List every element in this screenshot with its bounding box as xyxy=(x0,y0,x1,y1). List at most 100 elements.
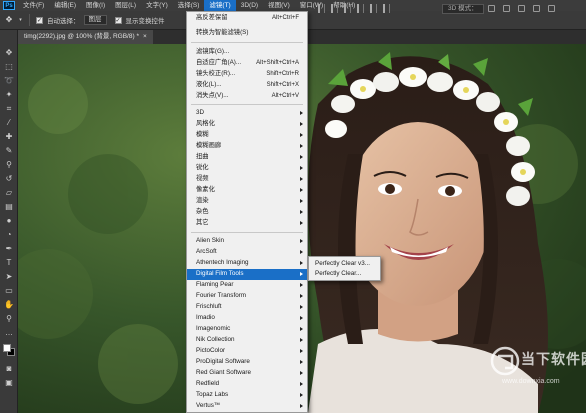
menu-item-label: Imagenomic xyxy=(196,325,231,332)
menu-item-blur[interactable]: 模糊 xyxy=(187,130,307,141)
align-icon[interactable] xyxy=(357,4,364,13)
zoom-tool-icon[interactable]: ⚲ xyxy=(4,314,14,324)
menu-item-topaz-labs[interactable]: Topaz Labs xyxy=(187,390,307,401)
menu-item-red-giant-software[interactable]: Red Giant Software xyxy=(187,368,307,379)
menu-item-perfectly-clear-v3[interactable]: Perfectly Clear v3... xyxy=(309,259,380,269)
history-brush-tool-icon[interactable]: ↺ xyxy=(4,174,14,184)
menu-item-arcsoft[interactable]: ArcSoft xyxy=(187,247,307,258)
menu-item-vertus[interactable]: Vertus™ xyxy=(187,401,307,412)
menu-item-athentech-imaging[interactable]: Athentech Imaging xyxy=(187,258,307,269)
menu-edit[interactable]: 编辑(E) xyxy=(49,0,81,11)
menu-image[interactable]: 图像(I) xyxy=(81,0,110,11)
menu-item-digital-film-tools[interactable]: Digital Film Tools xyxy=(187,269,307,280)
menu-item-blur-gallery[interactable]: 模糊画廊 xyxy=(187,141,307,152)
menu-item-flaming-pear[interactable]: Flaming Pear xyxy=(187,280,307,291)
clone-stamp-tool-icon[interactable]: ⚲ xyxy=(4,160,14,170)
more-tools-icon[interactable]: … xyxy=(4,328,14,338)
menu-item-3d[interactable]: 3D xyxy=(187,108,307,119)
menu-item-alien-skin[interactable]: Alien Skin xyxy=(187,236,307,247)
3d-pan-icon[interactable] xyxy=(518,5,525,12)
magic-wand-tool-icon[interactable]: ✦ xyxy=(4,90,14,100)
menu-item-label: Topaz Labs xyxy=(196,391,229,398)
menu-3d[interactable]: 3D(D) xyxy=(236,0,263,11)
gradient-tool-icon[interactable]: ▤ xyxy=(4,202,14,212)
eyedropper-tool-icon[interactable]: ⁄ xyxy=(4,118,14,128)
show-transform-checkbox[interactable]: ✓ xyxy=(114,16,122,24)
menu-select[interactable]: 选择(S) xyxy=(173,0,205,11)
menu-item-pixelate[interactable]: 像素化 xyxy=(187,185,307,196)
menu-item-filter-gallery[interactable]: 滤镜库(G)... xyxy=(187,47,307,58)
tools-panel: ✥ ⬚ ➰ ✦ ⌗ ⁄ ✚ ✎ ⚲ ↺ ▱ ▤ ● ◔ ✒ T ➤ ▭ ✋ ⚲ … xyxy=(0,30,18,413)
menu-view[interactable]: 视图(V) xyxy=(263,0,295,11)
menu-item-redfield[interactable]: Redfield xyxy=(187,379,307,390)
menu-item-other[interactable]: 其它 xyxy=(187,218,307,229)
foreground-color-swatch[interactable] xyxy=(3,344,11,352)
crop-tool-icon[interactable]: ⌗ xyxy=(4,104,14,114)
menu-item-last-filter[interactable]: 高反差保留 Alt+Ctrl+F xyxy=(187,13,307,24)
menu-item-video[interactable]: 视频 xyxy=(187,174,307,185)
3d-roll-icon[interactable] xyxy=(503,5,510,12)
menu-item-shortcut: Shift+Ctrl+R xyxy=(266,71,299,77)
dodge-tool-icon[interactable]: ◔ xyxy=(4,230,14,240)
menu-layer[interactable]: 图层(L) xyxy=(110,0,141,11)
menu-type[interactable]: 文字(Y) xyxy=(141,0,173,11)
lasso-tool-icon[interactable]: ➰ xyxy=(4,76,14,86)
blur-tool-icon[interactable]: ● xyxy=(4,216,14,226)
pen-tool-icon[interactable]: ✒ xyxy=(4,244,14,254)
move-tool-icon[interactable]: ✥ xyxy=(4,48,14,58)
menu-item-adaptive-wide-angle[interactable]: 自适应广角(A)... Alt+Shift+Ctrl+A xyxy=(187,58,307,69)
menu-item-label: 液化(L)... xyxy=(196,81,222,88)
menu-item-noise[interactable]: 杂色 xyxy=(187,207,307,218)
eraser-tool-icon[interactable]: ▱ xyxy=(4,188,14,198)
align-icon[interactable] xyxy=(344,4,351,13)
3d-scale-icon[interactable] xyxy=(548,5,555,12)
align-icon[interactable] xyxy=(383,4,390,13)
auto-select-checkbox[interactable]: ✓ xyxy=(36,16,43,24)
submenu-arrow-icon xyxy=(300,199,303,203)
menu-item-label: Red Giant Software xyxy=(196,369,251,376)
menu-item-prodigital-software[interactable]: ProDigital Software xyxy=(187,357,307,368)
submenu-arrow-icon xyxy=(300,349,303,353)
menu-item-vanishing-point[interactable]: 消失点(V)... Alt+Ctrl+V xyxy=(187,91,307,102)
align-icon[interactable] xyxy=(331,4,338,13)
menu-file[interactable]: 文件(F) xyxy=(18,0,49,11)
menu-filter[interactable]: 滤镜(T) xyxy=(204,0,236,11)
menu-item-render[interactable]: 渲染 xyxy=(187,196,307,207)
document-tab[interactable]: timg(2292).jpg @ 100% (背景, RGB/8) * × xyxy=(18,30,153,44)
menu-item-lens-correction[interactable]: 镜头校正(R)... Shift+Ctrl+R xyxy=(187,69,307,80)
healing-brush-tool-icon[interactable]: ✚ xyxy=(4,132,14,142)
menu-item-label: Alien Skin xyxy=(196,237,225,244)
close-icon[interactable]: × xyxy=(143,30,147,44)
menu-item-convert-smart-filters[interactable]: 转换为智能滤镜(S) xyxy=(187,28,307,39)
marquee-tool-icon[interactable]: ⬚ xyxy=(4,62,14,72)
auto-select-dropdown[interactable]: 图层 xyxy=(83,15,107,25)
align-icon[interactable] xyxy=(318,4,325,13)
menu-item-label: 镜头校正(R)... xyxy=(196,70,236,77)
menu-item-sharpen[interactable]: 锐化 xyxy=(187,163,307,174)
rectangle-tool-icon[interactable]: ▭ xyxy=(4,286,14,296)
menu-item-perfectly-clear[interactable]: Perfectly Clear... xyxy=(309,269,380,279)
menu-item-pictocolor[interactable]: PictoColor xyxy=(187,346,307,357)
watermark-url: www.downxia.com xyxy=(502,378,560,385)
menu-item-frischluft[interactable]: Frischluft xyxy=(187,302,307,313)
move-tool-icon[interactable]: ✥ xyxy=(4,15,14,25)
menu-item-stylize[interactable]: 风格化 xyxy=(187,119,307,130)
hand-tool-icon[interactable]: ✋ xyxy=(4,300,14,310)
chevron-down-icon[interactable]: ▾ xyxy=(18,15,23,25)
menu-item-nik-collection[interactable]: Nik Collection xyxy=(187,335,307,346)
path-selection-tool-icon[interactable]: ➤ xyxy=(4,272,14,282)
menu-item-label: 消失点(V)... xyxy=(196,92,229,99)
brush-tool-icon[interactable]: ✎ xyxy=(4,146,14,156)
3d-rotate-icon[interactable] xyxy=(488,5,495,12)
3d-slide-icon[interactable] xyxy=(533,5,540,12)
quick-mask-icon[interactable]: ◙ xyxy=(4,364,14,374)
screen-mode-icon[interactable]: ▣ xyxy=(4,378,14,388)
menu-item-imadio[interactable]: Imadio xyxy=(187,313,307,324)
menu-item-imagenomic[interactable]: Imagenomic xyxy=(187,324,307,335)
align-icon[interactable] xyxy=(370,4,377,13)
submenu-arrow-icon xyxy=(300,382,303,386)
menu-item-fourier-transform[interactable]: Fourier Transform xyxy=(187,291,307,302)
menu-item-liquify[interactable]: 液化(L)... Shift+Ctrl+X xyxy=(187,80,307,91)
type-tool-icon[interactable]: T xyxy=(4,258,14,268)
menu-item-distort[interactable]: 扭曲 xyxy=(187,152,307,163)
